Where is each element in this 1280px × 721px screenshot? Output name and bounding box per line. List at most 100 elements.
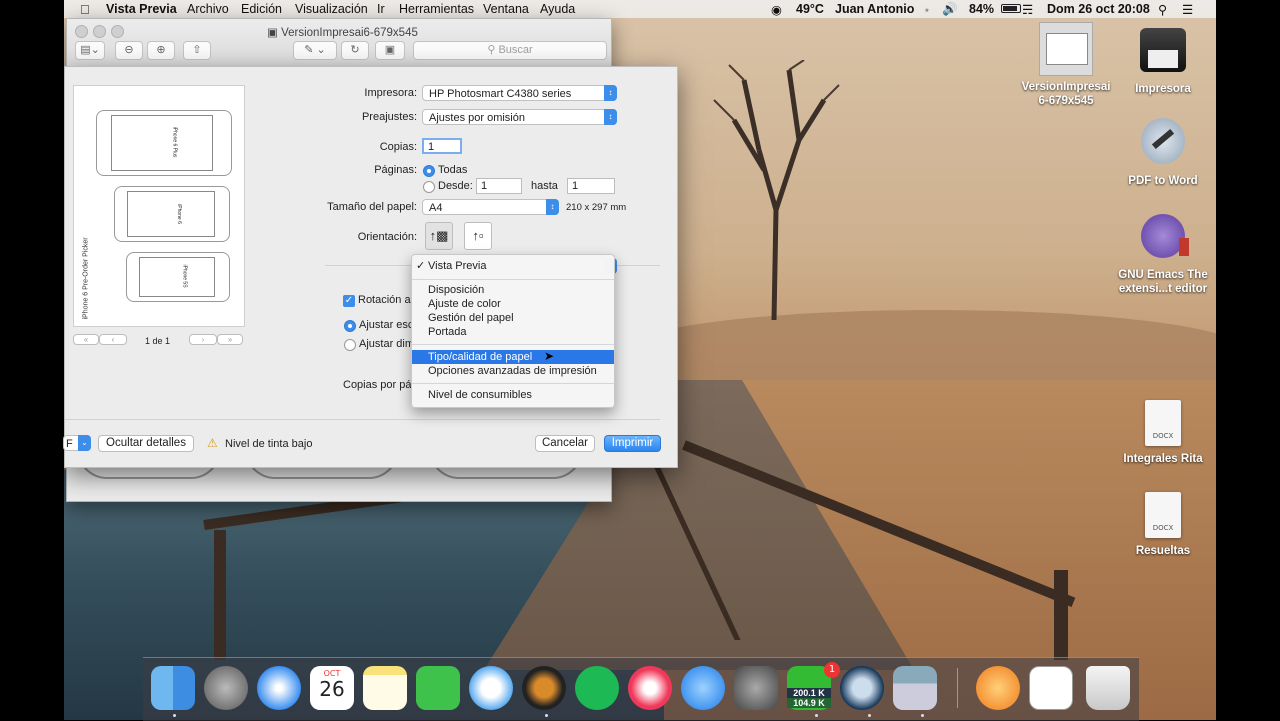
pdf-menu-label: F — [66, 438, 73, 450]
menu-item-ajuste-color[interactable]: Ajuste de color — [412, 297, 614, 311]
menu-app-name[interactable]: Vista Previa — [106, 2, 177, 16]
presets-select[interactable]: Ajustes por omisión ↕ — [422, 109, 617, 125]
notification-badge: 1 — [824, 662, 840, 678]
pages-range-radio[interactable] — [423, 181, 435, 193]
page-counter: 1 de 1 — [145, 336, 171, 346]
desktop-icon-pdf-to-word[interactable]: PDF to Word — [1108, 118, 1218, 188]
phone-label: iPhone 6 — [175, 204, 182, 224]
bluetooth-icon[interactable]: ⋆ — [923, 2, 931, 17]
messages-icon[interactable] — [469, 666, 513, 710]
menu-item-vista-previa[interactable]: ✓ Vista Previa — [412, 259, 614, 273]
last-page-button[interactable]: » — [217, 334, 243, 345]
scale-radio[interactable] — [344, 320, 356, 332]
desktop-icon-integrales-rita[interactable]: DOCX Integrales Rita — [1108, 400, 1218, 466]
phone-label: iPhone 6 Plus — [171, 126, 178, 158]
battery-percent[interactable]: 84% — [969, 2, 994, 16]
battery-level — [1003, 6, 1017, 11]
quicktime-icon[interactable] — [840, 666, 884, 710]
image-file-icon — [1039, 22, 1093, 76]
menu-item-opciones-avanzadas[interactable]: Opciones avanzadas de impresión — [412, 364, 614, 378]
next-page-button[interactable]: › — [189, 334, 217, 345]
markup-pen-button[interactable]: ✎ ⌄ — [293, 41, 337, 60]
desktop-icon-label: PDF to Word — [1128, 175, 1198, 187]
phone-drawing: iPhone 6 — [114, 186, 230, 242]
calendar-icon[interactable]: OCT 26 — [310, 666, 354, 710]
menu-ir[interactable]: Ir — [377, 2, 385, 16]
printer-select[interactable]: HP Photosmart C4380 series ↕ — [422, 85, 617, 101]
system-preferences-icon[interactable] — [734, 666, 778, 710]
spotlight-icon[interactable]: ⚲ — [1158, 2, 1167, 17]
itunes-icon[interactable] — [628, 666, 672, 710]
temperature-status[interactable]: 49°C — [796, 2, 824, 16]
record-icon[interactable]: ◉ — [771, 2, 782, 17]
menu-item-nivel-consumibles[interactable]: Nivel de consumibles — [412, 388, 614, 402]
wifi-icon[interactable]: ☴ — [1022, 2, 1033, 17]
menu-archivo[interactable]: Archivo — [187, 2, 229, 16]
trash-icon[interactable] — [1086, 666, 1130, 710]
apple-menu-icon[interactable]:  — [80, 2, 90, 17]
clock[interactable]: Dom 26 oct 20:08 — [1047, 2, 1150, 16]
volume-icon[interactable]: 🔊 — [942, 2, 958, 17]
running-indicator — [921, 714, 924, 717]
menu-item-disposicion[interactable]: Disposición — [412, 283, 614, 297]
zoom-out-button[interactable]: ⊖ — [115, 41, 143, 60]
battery-icon[interactable] — [1001, 4, 1021, 13]
desktop-icon-label: GNU Emacs The — [1118, 269, 1208, 281]
spotify-icon[interactable] — [575, 666, 619, 710]
menu-item-tipo-calidad-papel[interactable]: Tipo/calidad de papel — [412, 350, 614, 364]
sidebar-toggle-button[interactable]: ▤⌄ — [75, 41, 105, 60]
first-page-button[interactable]: « — [73, 334, 99, 345]
menu-herramientas[interactable]: Herramientas — [399, 2, 474, 16]
launchpad-icon[interactable] — [204, 666, 248, 710]
emacs-badge — [1179, 238, 1189, 256]
menu-ventana[interactable]: Ventana — [483, 2, 529, 16]
close-window-button[interactable] — [75, 25, 88, 38]
pages-all-radio[interactable] — [423, 165, 435, 177]
zoom-in-button[interactable]: ⊕ — [147, 41, 175, 60]
dock-separator — [957, 668, 958, 708]
pdf-menu-button[interactable]: F ⌄ — [63, 435, 91, 451]
auto-rotate-checkbox[interactable]: ✓ — [343, 295, 355, 307]
desktop-icon-versionimpresai[interactable]: VersionImpresai 6-679x545 — [1011, 22, 1121, 108]
preview-app-icon[interactable] — [893, 666, 937, 710]
phone-screen — [111, 115, 213, 171]
solitaire-icon[interactable] — [1029, 666, 1073, 710]
portrait-orientation-button[interactable]: ↑▩ — [425, 222, 453, 250]
fit-size-radio[interactable] — [344, 339, 356, 351]
rotate-button[interactable]: ↻ — [341, 41, 369, 60]
minimize-window-button[interactable] — [93, 25, 106, 38]
share-button[interactable]: ⇧ — [183, 41, 211, 60]
finder-icon[interactable] — [151, 666, 195, 710]
hide-details-button[interactable]: Ocultar detalles — [98, 435, 194, 452]
zoom-window-button[interactable] — [111, 25, 124, 38]
apple-logo-app-icon[interactable] — [976, 666, 1020, 710]
desktop-icon-impresora[interactable]: Impresora — [1108, 28, 1218, 96]
pages-to-field[interactable]: 1 — [567, 178, 615, 194]
net-down: 104.9 K — [787, 698, 831, 708]
paper-size-select[interactable]: A4 ↕ — [422, 199, 559, 215]
notes-icon[interactable] — [363, 666, 407, 710]
orientation-label: Orientación: — [357, 231, 417, 243]
menu-ayuda[interactable]: Ayuda — [540, 2, 575, 16]
net-up: 200.1 K — [787, 688, 831, 698]
menu-visualizacion[interactable]: Visualización — [295, 2, 368, 16]
copies-field[interactable]: 1 — [422, 138, 462, 154]
facetime-icon[interactable] — [416, 666, 460, 710]
menu-edicion[interactable]: Edición — [241, 2, 282, 16]
user-name[interactable]: Juan Antonio — [835, 2, 914, 16]
previous-page-button[interactable]: ‹ — [99, 334, 127, 345]
desktop-icon-resueltas[interactable]: DOCX Resueltas — [1108, 492, 1218, 558]
search-input[interactable]: ⚲ Buscar — [413, 41, 607, 60]
app-store-icon[interactable] — [681, 666, 725, 710]
landscape-orientation-button[interactable]: ↑▫ — [464, 222, 492, 250]
print-button[interactable]: Imprimir — [604, 435, 661, 452]
menu-item-portada[interactable]: Portada — [412, 325, 614, 339]
toolbox-button[interactable]: ▣ — [375, 41, 405, 60]
speaker-app-icon[interactable] — [522, 666, 566, 710]
menu-item-gestion-papel[interactable]: Gestión del papel — [412, 311, 614, 325]
cancel-button[interactable]: Cancelar — [535, 435, 595, 452]
desktop-icon-emacs[interactable]: GNU Emacs The extensi...t editor — [1108, 214, 1218, 296]
notification-center-icon[interactable]: ☰ — [1182, 2, 1193, 17]
safari-icon[interactable] — [257, 666, 301, 710]
pages-from-field[interactable]: 1 — [476, 178, 522, 194]
